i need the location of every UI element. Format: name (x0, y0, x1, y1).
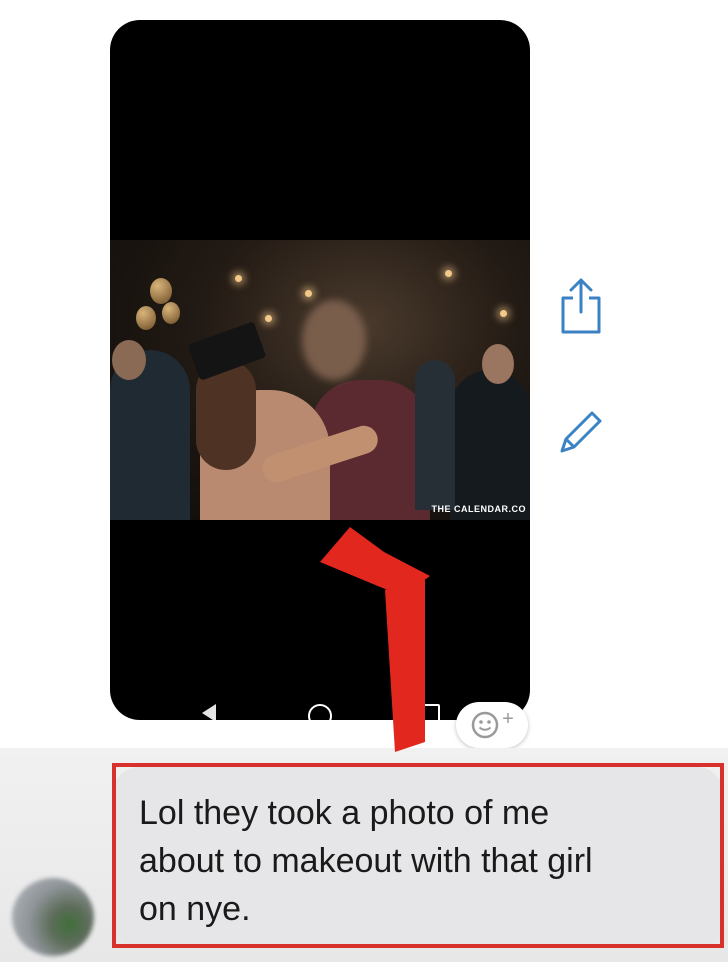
sender-avatar[interactable] (12, 878, 94, 956)
message-line: on nye. (139, 890, 251, 928)
message-line: Lol they took a photo of me (139, 794, 550, 832)
home-icon (308, 704, 332, 720)
person-center-head (302, 300, 366, 380)
person-right-head (482, 344, 514, 384)
smiley-add-icon (471, 711, 499, 739)
message-bubble[interactable]: Lol they took a photo of me about to mak… (113, 767, 723, 947)
reaction-plus: + (502, 707, 514, 730)
party-photo[interactable]: THE CALENDAR.CO (110, 240, 530, 520)
ceiling-light (500, 310, 507, 317)
recent-apps-icon (418, 704, 440, 720)
person-right (450, 370, 530, 520)
shared-photo-bubble[interactable]: THE CALENDAR.CO (110, 20, 530, 720)
person-left-head (112, 340, 146, 380)
balloon (136, 306, 156, 330)
person-background (415, 360, 455, 510)
photo-watermark: THE CALENDAR.CO (431, 504, 526, 514)
share-button[interactable] (553, 278, 609, 334)
balloon (162, 302, 180, 324)
add-reaction-button[interactable]: + (456, 702, 528, 748)
message-text: Lol they took a photo of me about to mak… (139, 789, 699, 933)
ceiling-light (235, 275, 242, 282)
ceiling-light (265, 315, 272, 322)
back-icon (202, 704, 216, 720)
message-line: about to makeout with that girl (139, 842, 593, 880)
ceiling-light (445, 270, 452, 277)
balloon (150, 278, 172, 304)
pencil-icon (560, 411, 602, 453)
share-icon (561, 278, 601, 334)
ceiling-light (305, 290, 312, 297)
edit-button[interactable] (553, 404, 609, 460)
